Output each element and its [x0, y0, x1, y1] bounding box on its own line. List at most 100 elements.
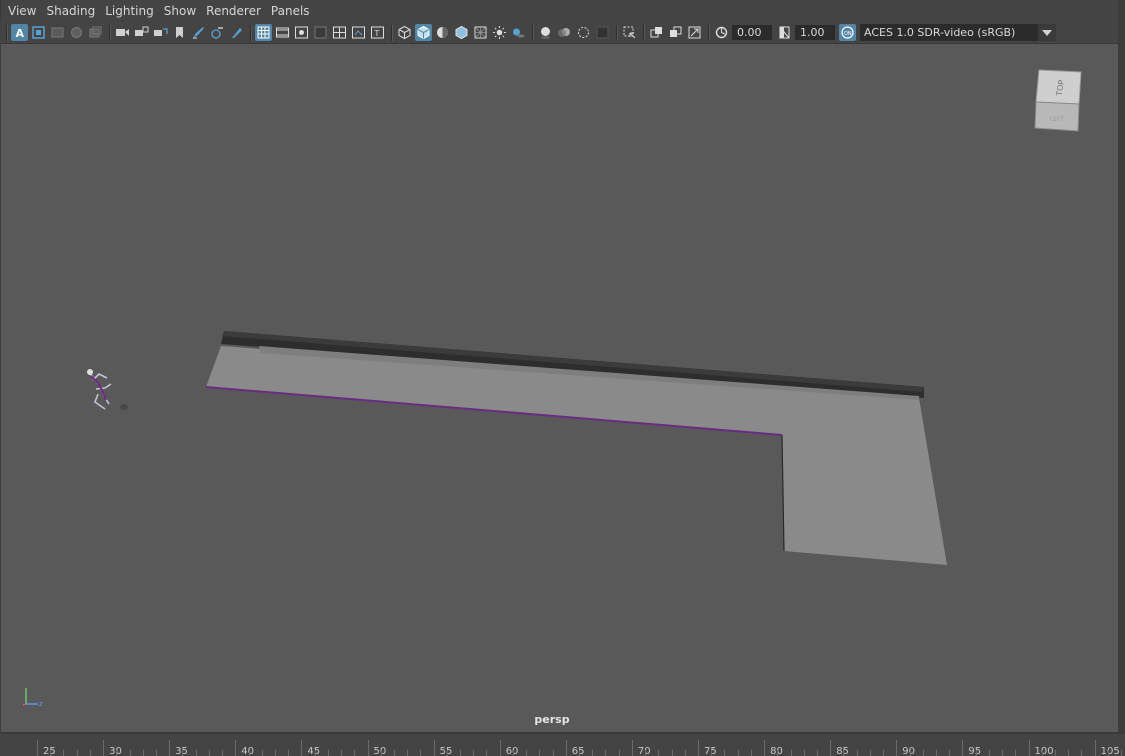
- timeline-minor-tick: [274, 750, 276, 756]
- timeline-minor-tick: [195, 750, 197, 756]
- paint-brush-icon[interactable]: [228, 24, 245, 41]
- time-slider[interactable]: 253035404550556065707580859095100105: [0, 733, 1125, 756]
- color-management-icon[interactable]: ON: [839, 24, 856, 41]
- toolbar-separator: [532, 24, 534, 41]
- timeline-minor-tick: [1054, 750, 1056, 756]
- xray-joints-icon[interactable]: [667, 24, 684, 41]
- textured-icon[interactable]: [472, 24, 489, 41]
- timeline-minor-tick: [803, 750, 805, 756]
- gamma-icon[interactable]: [776, 24, 793, 41]
- toolbar-separator: [391, 24, 393, 41]
- timeline-minor-tick: [592, 750, 594, 756]
- safe-action-icon[interactable]: [350, 24, 367, 41]
- perspective-viewport[interactable]: TOP LEFT z persp: [0, 44, 1118, 733]
- axis-indicator: z: [18, 684, 48, 713]
- timeline-tick: [301, 740, 303, 756]
- field-chart-icon[interactable]: [331, 24, 348, 41]
- timeline-minor-tick: [327, 750, 329, 756]
- menu-lighting[interactable]: Lighting: [100, 0, 159, 22]
- image-plane-icon[interactable]: [68, 24, 85, 41]
- view-cube[interactable]: TOP LEFT: [1031, 66, 1089, 139]
- gamma-field[interactable]: 1.00: [795, 25, 835, 40]
- timeline-minor-tick: [922, 750, 924, 756]
- resolution-gate-icon[interactable]: [293, 24, 310, 41]
- camera-attributes-icon[interactable]: [30, 24, 47, 41]
- timeline-minor-tick: [1068, 750, 1070, 756]
- timeline-minor-tick: [909, 750, 911, 756]
- timeline-minor-tick: [949, 750, 951, 756]
- timeline-minor-tick: [1015, 750, 1017, 756]
- timeline-tick: [169, 740, 171, 756]
- timeline-minor-tick: [460, 750, 462, 756]
- use-all-lights-icon[interactable]: [491, 24, 508, 41]
- backface-culling-icon[interactable]: [686, 24, 703, 41]
- select-camera-icon[interactable]: A: [11, 24, 28, 41]
- grease-pencil-icon[interactable]: [190, 24, 207, 41]
- timeline-minor-tick: [750, 750, 752, 756]
- timeline-minor-tick: [1121, 750, 1123, 756]
- safe-title-icon[interactable]: T: [369, 24, 386, 41]
- timeline-tick: [830, 740, 832, 756]
- toolbar-separator: [250, 24, 252, 41]
- timeline-minor-tick: [526, 750, 528, 756]
- xray-icon[interactable]: [648, 24, 665, 41]
- menu-panels[interactable]: Panels: [266, 0, 315, 22]
- timeline-minor-tick: [341, 750, 343, 756]
- timeline-minor-tick: [869, 750, 871, 756]
- timeline-minor-tick: [883, 750, 885, 756]
- timeline-minor-tick: [790, 750, 792, 756]
- menu-view[interactable]: View: [3, 0, 41, 22]
- menu-show[interactable]: Show: [159, 0, 201, 22]
- chevron-down-icon[interactable]: [1038, 24, 1056, 41]
- timeline-minor-tick: [354, 750, 356, 756]
- grid-icon[interactable]: [255, 24, 272, 41]
- timeline-minor-tick: [50, 750, 52, 756]
- timeline-minor-tick: [1107, 750, 1109, 756]
- menu-shading[interactable]: Shading: [41, 0, 100, 22]
- shadows-icon[interactable]: [510, 24, 527, 41]
- film-gate-icon[interactable]: [274, 24, 291, 41]
- motion-blur-icon[interactable]: [556, 24, 573, 41]
- camera-label: persp: [534, 713, 570, 726]
- timeline-tick-label: 105: [1100, 746, 1120, 756]
- wireframe-icon[interactable]: [396, 24, 413, 41]
- timeline-minor-tick: [261, 750, 263, 756]
- toolbar-separator: [643, 24, 645, 41]
- character-rig: [87, 369, 128, 410]
- svg-text:ON: ON: [844, 31, 852, 37]
- timeline-minor-tick: [76, 750, 78, 756]
- gate-mask-icon[interactable]: [312, 24, 329, 41]
- anti-aliasing-icon[interactable]: [575, 24, 592, 41]
- timeline-minor-tick: [248, 750, 250, 756]
- default-material-icon[interactable]: [434, 24, 451, 41]
- timeline-tick: [103, 740, 105, 756]
- bookmark-flag-icon[interactable]: [171, 24, 188, 41]
- isolate-select-icon[interactable]: [621, 24, 638, 41]
- lock-camera-icon[interactable]: [133, 24, 150, 41]
- wireframe-on-shaded-icon[interactable]: [453, 24, 470, 41]
- timeline-minor-tick: [816, 750, 818, 756]
- snap-icon[interactable]: [209, 24, 226, 41]
- camera-icon[interactable]: [114, 24, 131, 41]
- bookmark-icon[interactable]: [49, 24, 66, 41]
- view-cube-side-label: LEFT: [1050, 116, 1064, 123]
- timeline-minor-tick: [605, 750, 607, 756]
- timeline-minor-tick: [975, 750, 977, 756]
- two-d-pan-zoom-icon[interactable]: [87, 24, 104, 41]
- timeline-tick-label: 100: [1034, 746, 1054, 756]
- smooth-shade-icon[interactable]: [415, 24, 432, 41]
- depth-of-field-icon[interactable]: [594, 24, 611, 41]
- color-space-dropdown[interactable]: ACES 1.0 SDR-video (sRGB): [860, 24, 1056, 41]
- screen-space-ao-icon[interactable]: [537, 24, 554, 41]
- menu-renderer[interactable]: Renderer: [201, 0, 266, 22]
- timeline-minor-tick: [393, 750, 395, 756]
- undo-view-icon[interactable]: [152, 24, 169, 41]
- timeline-minor-tick: [208, 750, 210, 756]
- timeline-tick: [433, 740, 435, 756]
- timeline-minor-tick: [737, 750, 739, 756]
- exposure-field[interactable]: 0.00: [732, 25, 772, 40]
- timeline-minor-tick: [777, 750, 779, 756]
- right-edge-bar: [1118, 0, 1125, 733]
- exposure-icon[interactable]: [713, 24, 730, 41]
- timeline-minor-tick: [579, 750, 581, 756]
